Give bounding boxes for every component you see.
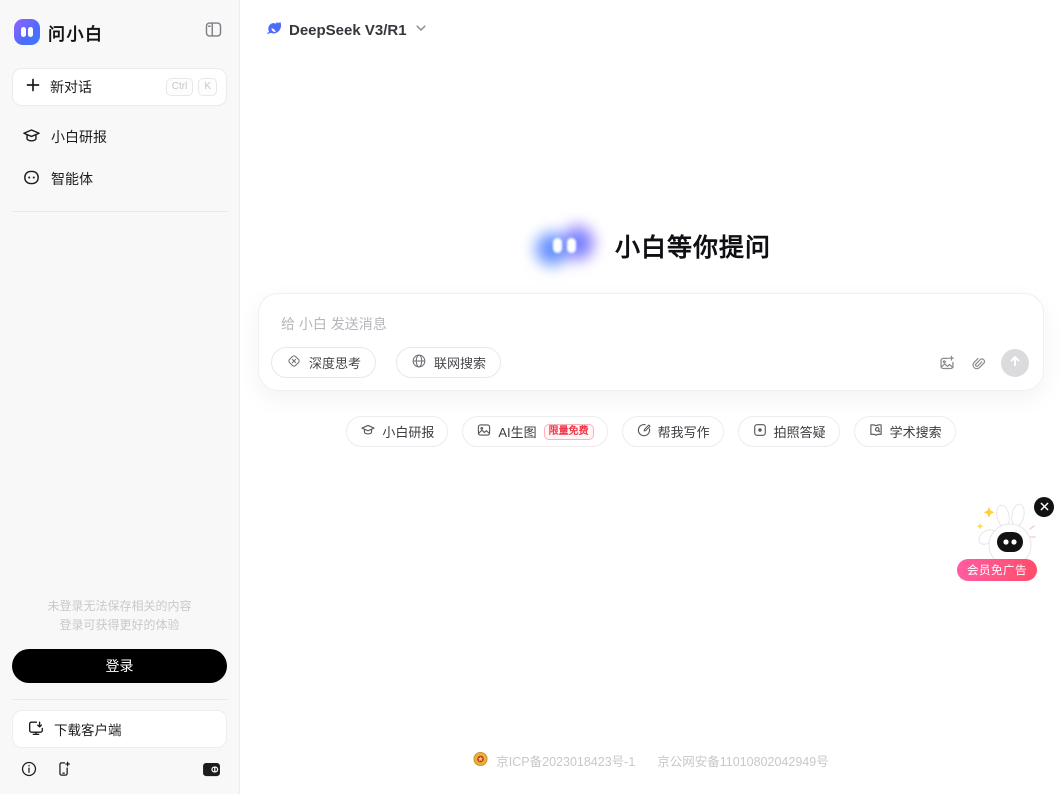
mobile-app-button[interactable] [55,760,73,778]
brand-name: 问小白 [48,24,104,44]
sidebar-item-label: 智能体 [51,171,93,187]
footer: 京ICP备2023018423号-1 京公网安备11010802042949号 [240,751,1062,770]
hero-title: 小白等你提问 [614,234,771,262]
suggestion-chips: 小白研报 AI生图 限量免费 帮我写作 拍照答疑 学术搜索 [240,416,1062,447]
arrow-up-icon [1008,354,1022,373]
new-chat-button[interactable]: 新对话 Ctrl K [12,68,227,106]
icp-record-link[interactable]: 京ICP备2023018423号-1 [496,751,635,770]
kbd-k: K [198,78,217,96]
sidebar: 问小白 新对话 Ctrl K 小白研报 智能体 未登录无法保存相关的内容 登录可… [0,0,240,794]
globe-icon [411,353,427,372]
download-desktop-icon [27,719,45,740]
attachment-button[interactable] [970,355,987,372]
plus-icon [25,77,41,98]
message-composer: 深度思考 联网搜索 [258,293,1044,391]
suggestion-label: 帮我写作 [657,425,710,440]
message-input[interactable] [279,312,839,338]
graduation-cap-icon [360,422,376,441]
sidebar-collapse-button[interactable] [204,20,223,44]
model-selector-label: DeepSeek V3/R1 [289,21,407,39]
download-client-label: 下载客户端 [54,723,122,738]
suggestion-ai-image[interactable]: AI生图 限量免费 [462,416,608,447]
chevron-down-icon [414,21,428,39]
deep-think-label: 深度思考 [309,356,362,371]
suggestion-photo-qa[interactable]: 拍照答疑 [737,416,840,447]
suggestion-writing[interactable]: 帮我写作 [621,416,724,447]
send-button[interactable] [1001,349,1029,377]
web-search-toggle[interactable]: 联网搜索 [396,347,502,378]
sidebar-item-agents[interactable]: 智能体 [0,158,239,200]
suggestion-label: 拍照答疑 [773,425,826,440]
close-icon [1040,498,1049,516]
suggestion-label: 小白研报 [382,425,435,440]
deep-think-toggle[interactable]: 深度思考 [271,347,377,378]
deep-think-icon [286,353,302,372]
composer-tools: 深度思考 联网搜索 [271,347,502,378]
sidebar-item-research[interactable]: 小白研报 [0,116,239,158]
limited-free-badge: 限量免费 [543,423,594,440]
wallet-card-button[interactable] [202,762,221,777]
sidebar-footer [0,748,239,794]
download-client-button[interactable]: 下载客户端 [12,710,227,748]
suggestion-label: 学术搜索 [889,425,942,440]
shortcut-hint: Ctrl K [165,78,217,96]
login-hint-line2: 登录可获得更好的体验 [59,618,180,632]
robot-face-icon [22,168,41,190]
kbd-ctrl: Ctrl [165,78,194,96]
member-ad-free-badge[interactable]: 会员免广告 [957,559,1037,581]
login-hint: 未登录无法保存相关的内容 登录可获得更好的体验 [0,597,239,635]
new-chat-label: 新对话 [50,79,92,95]
book-search-icon [868,422,884,441]
police-emblem-icon [473,751,488,770]
image-icon [476,422,492,441]
suggestion-academic-search[interactable]: 学术搜索 [853,416,956,447]
login-button[interactable]: 登录 [12,649,227,683]
brand-logo-icon [14,19,40,45]
app-window: 问小白 新对话 Ctrl K 小白研报 智能体 未登录无法保存相关的内容 登录可… [0,0,1062,794]
web-search-label: 联网搜索 [434,356,487,371]
login-hint-line1: 未登录无法保存相关的内容 [47,599,192,613]
panel-toggle-icon [204,20,223,44]
sidebar-nav: 小白研报 智能体 [0,116,239,200]
sidebar-item-label: 小白研报 [51,129,107,145]
xiaobai-mascot-logo [524,216,603,276]
composer-actions [938,349,1029,377]
sidebar-divider-bottom [12,699,227,700]
info-button[interactable] [20,760,38,778]
graduation-cap-icon [22,126,41,148]
add-image-button[interactable] [938,354,956,372]
sidebar-header: 问小白 [0,0,239,46]
suggestion-research[interactable]: 小白研报 [346,416,449,447]
promo-close-button[interactable] [1034,497,1054,517]
edit-pencil-icon [636,422,652,441]
model-selector[interactable]: DeepSeek V3/R1 [262,18,428,42]
hero: 小白等你提问 [240,216,1062,276]
photo-frame-icon [752,422,768,441]
police-record-link[interactable]: 京公网安备11010802042949号 [657,751,828,770]
suggestion-label: AI生图 [498,425,537,440]
deepseek-whale-icon [262,18,282,42]
